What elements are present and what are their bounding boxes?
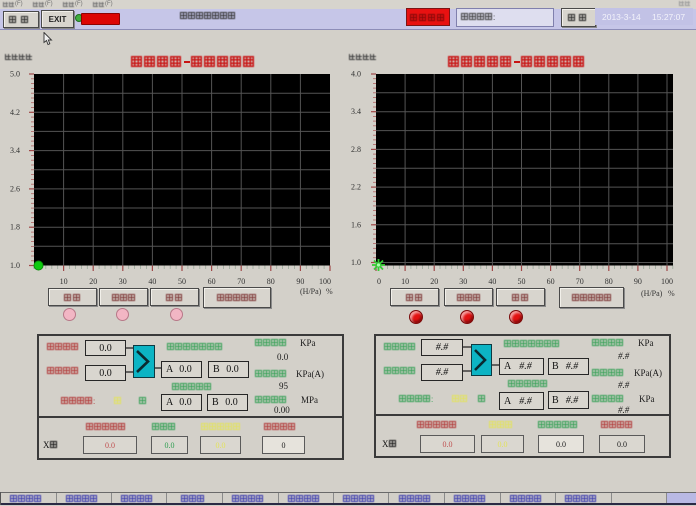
svg-text:10: 10 [401, 277, 409, 286]
svg-text:70: 70 [576, 277, 584, 286]
svg-text:1.8: 1.8 [10, 223, 20, 232]
svg-text:50: 50 [178, 277, 186, 286]
svg-text:50: 50 [518, 277, 526, 286]
svg-text:90: 90 [634, 277, 642, 286]
svg-text:5.0: 5.0 [10, 70, 20, 79]
svg-text:0: 0 [377, 277, 381, 286]
svg-text:(H/Pa): (H/Pa) [300, 287, 322, 296]
svg-text:100: 100 [661, 277, 673, 286]
svg-text:40: 40 [488, 277, 496, 286]
svg-text:3.4: 3.4 [10, 146, 20, 155]
svg-text:2.2: 2.2 [351, 183, 361, 192]
svg-text:20: 20 [430, 277, 438, 286]
svg-text:80: 80 [267, 277, 275, 286]
svg-text:(H/Pa): (H/Pa) [641, 289, 663, 298]
svg-text:90: 90 [296, 277, 304, 286]
svg-text:%: % [668, 289, 675, 298]
svg-text:1.0: 1.0 [10, 261, 20, 270]
svg-text:80: 80 [605, 277, 613, 286]
svg-text:40: 40 [148, 277, 156, 286]
svg-text:1.0: 1.0 [351, 258, 361, 267]
svg-text:4.0: 4.0 [351, 70, 361, 79]
svg-text:10: 10 [60, 277, 68, 286]
svg-text:%: % [326, 287, 333, 296]
svg-text:3.4: 3.4 [351, 107, 361, 116]
svg-text:70: 70 [237, 277, 245, 286]
svg-text:30: 30 [459, 277, 467, 286]
svg-text:30: 30 [119, 277, 127, 286]
svg-text:2.8: 2.8 [351, 145, 361, 154]
svg-text:4.2: 4.2 [10, 108, 20, 117]
svg-text:2.6: 2.6 [10, 184, 20, 193]
svg-text:60: 60 [208, 277, 216, 286]
svg-text:60: 60 [547, 277, 555, 286]
svg-text:100: 100 [319, 277, 331, 286]
svg-text:1.6: 1.6 [351, 220, 361, 229]
svg-text:20: 20 [89, 277, 97, 286]
